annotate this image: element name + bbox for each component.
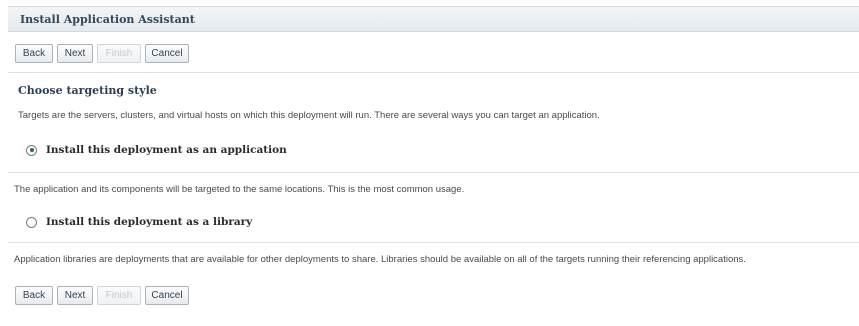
cancel-button[interactable]: Cancel xyxy=(145,44,189,63)
next-button[interactable]: Next xyxy=(57,286,93,305)
section-title: Choose targeting style xyxy=(18,84,157,97)
back-button[interactable]: Back xyxy=(15,44,53,63)
divider xyxy=(8,72,859,73)
option-application[interactable]: Install this deployment as an applicatio… xyxy=(26,144,287,156)
install-application-assistant-panel: Install Application Assistant Back Next … xyxy=(0,0,859,326)
divider xyxy=(8,172,859,173)
finish-button: Finish xyxy=(97,44,141,63)
title-bar: Install Application Assistant xyxy=(8,6,859,32)
option-application-description: The application and its components will … xyxy=(14,184,465,195)
option-library-label[interactable]: Install this deployment as a library xyxy=(46,216,252,228)
radio-application[interactable] xyxy=(26,144,37,156)
option-application-label[interactable]: Install this deployment as an applicatio… xyxy=(46,144,287,156)
bottom-button-bar: Back Next Finish Cancel xyxy=(15,286,189,306)
top-button-bar: Back Next Finish Cancel xyxy=(15,44,189,64)
section-description: Targets are the servers, clusters, and v… xyxy=(18,110,600,121)
divider xyxy=(8,242,859,243)
finish-button: Finish xyxy=(97,286,141,305)
page-title: Install Application Assistant xyxy=(20,13,195,26)
next-button[interactable]: Next xyxy=(57,44,93,63)
back-button[interactable]: Back xyxy=(15,286,53,305)
radio-library[interactable] xyxy=(26,216,37,228)
cancel-button[interactable]: Cancel xyxy=(145,286,189,305)
option-library-description: Application libraries are deployments th… xyxy=(14,254,746,265)
option-library[interactable]: Install this deployment as a library xyxy=(26,216,252,228)
